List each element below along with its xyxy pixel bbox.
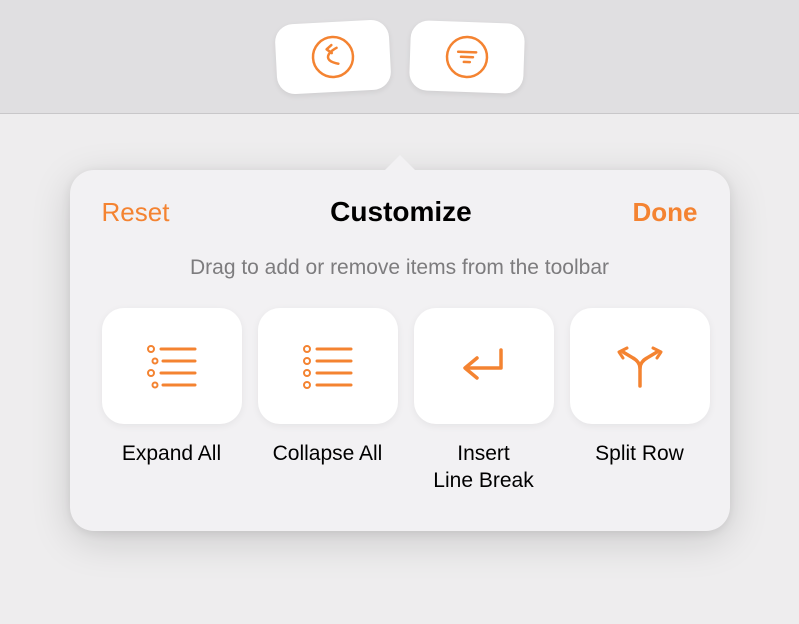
undo-icon bbox=[308, 32, 356, 80]
item-label: Split Row bbox=[595, 440, 684, 467]
item-icon-box bbox=[102, 308, 242, 424]
items-grid: Expand All Collapse All bbox=[98, 308, 702, 495]
popover-title: Customize bbox=[330, 196, 472, 228]
popover-header: Reset Customize Done bbox=[98, 190, 702, 238]
toolbar-area bbox=[0, 0, 799, 114]
item-label: Collapse All bbox=[273, 440, 383, 467]
item-expand-all[interactable]: Expand All bbox=[102, 308, 242, 495]
instruction-text: Drag to add or remove items from the too… bbox=[98, 238, 702, 308]
filter-lines-icon bbox=[443, 33, 491, 81]
item-label: Insert Line Break bbox=[433, 440, 533, 495]
item-insert-line-break[interactable]: Insert Line Break bbox=[414, 308, 554, 495]
collapse-all-icon bbox=[297, 339, 359, 393]
expand-all-icon bbox=[141, 339, 203, 393]
item-icon-box bbox=[258, 308, 398, 424]
toolbar-filter-button[interactable] bbox=[408, 20, 524, 94]
done-button[interactable]: Done bbox=[633, 197, 698, 228]
reset-button[interactable]: Reset bbox=[102, 197, 170, 228]
insert-line-break-icon bbox=[455, 342, 513, 390]
item-collapse-all[interactable]: Collapse All bbox=[258, 308, 398, 495]
customize-popover: Reset Customize Done Drag to add or remo… bbox=[70, 170, 730, 531]
item-icon-box bbox=[570, 308, 710, 424]
split-row-icon bbox=[611, 340, 669, 392]
item-split-row[interactable]: Split Row bbox=[570, 308, 710, 495]
toolbar-undo-button[interactable] bbox=[274, 19, 392, 95]
popover-arrow bbox=[382, 155, 418, 173]
item-label: Expand All bbox=[122, 440, 221, 467]
item-icon-box bbox=[414, 308, 554, 424]
